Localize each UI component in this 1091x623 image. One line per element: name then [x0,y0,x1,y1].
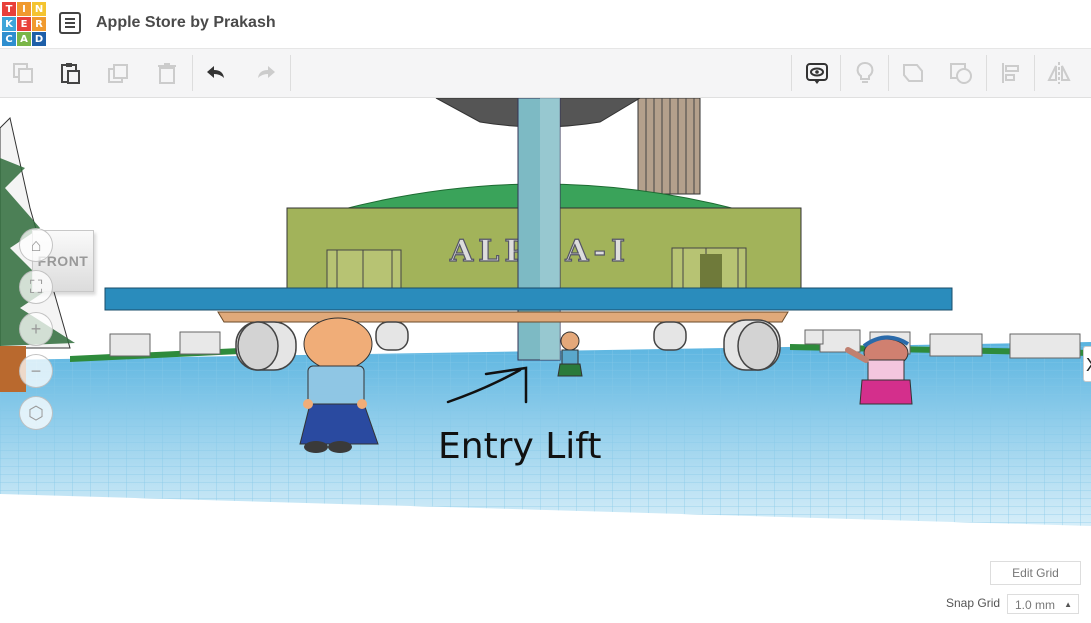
logo-letter: R [32,17,46,31]
snap-grid-value: 1.0 mm [1015,598,1056,612]
fit-icon: ⛶ [29,276,43,297]
logo-letter: D [32,32,46,46]
lightbulb-icon [856,62,874,83]
perspective-button[interactable]: ⬡ [19,396,53,430]
ungroup-button[interactable] [938,49,984,97]
align-icon [1002,63,1019,83]
top-bar: TIN KER CAD Apple Store by Prakash [0,0,1091,49]
zoom-out-icon: − [30,360,42,381]
snap-grid-label: Snap Grid [946,596,1001,610]
zoom-in-button[interactable]: + [19,312,53,346]
logo-letter: E [17,17,31,31]
annotation-text: Entry Lift [438,426,602,467]
logo-letter: N [32,2,46,16]
notes-eye-icon [806,63,828,84]
light-button[interactable] [842,49,888,97]
workplane-viewport[interactable]: ALPHA-I [0,98,1091,623]
duplicate-button[interactable] [96,49,142,97]
group-button[interactable] [890,49,936,97]
ungroup-icon [950,63,972,84]
trash-icon [158,63,176,84]
zoom-in-icon: + [30,318,42,339]
notes-button[interactable] [794,49,840,97]
fit-view-button[interactable]: ⛶ [19,270,53,304]
tinkercad-logo[interactable]: TIN KER CAD [2,2,46,46]
figure-small-green [557,331,583,377]
mirror-button[interactable] [1036,49,1082,97]
group-icon [903,64,923,82]
delete-button[interactable] [144,49,190,97]
redo-button[interactable] [242,49,288,97]
logo-letter: K [2,17,16,31]
home-icon: ⌂ [30,234,42,255]
undo-button[interactable] [194,49,240,97]
duplicate-icon [108,64,128,83]
copy-button[interactable] [0,49,46,97]
snap-grid-select[interactable]: 1.0 mm ▲ [1007,594,1079,614]
logo-letter: T [2,2,16,16]
caret-up-icon: ▲ [1064,600,1072,609]
redo-icon [258,66,275,78]
logo-letter: I [17,2,31,16]
home-view-button[interactable]: ⌂ [19,228,53,262]
paste-button[interactable] [47,49,93,97]
paste-icon [61,63,80,84]
close-panel-button[interactable]: X [1083,346,1091,382]
edit-grid-button[interactable]: Edit Grid [990,561,1081,585]
design-title[interactable]: Apple Store by Prakash [96,14,276,32]
copy-icon [13,63,33,83]
design-list-icon[interactable] [59,12,81,34]
logo-letter: C [2,32,16,46]
zoom-out-button[interactable]: − [19,354,53,388]
undo-icon [207,66,224,78]
logo-letter: A [17,32,31,46]
toolbar [0,49,1091,98]
scene-render: ALPHA-I [0,98,1091,526]
cube-icon: ⬡ [28,402,44,423]
align-button[interactable] [988,49,1034,97]
mirror-icon [1047,62,1071,84]
